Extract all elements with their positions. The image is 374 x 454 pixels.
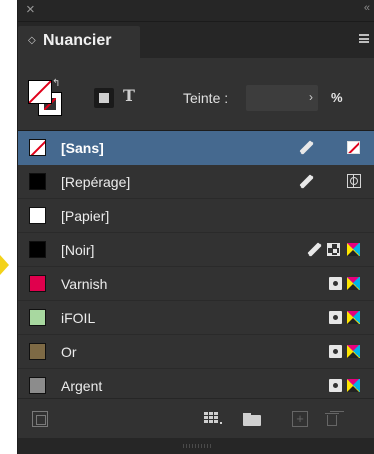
swatch-chip: [29, 275, 46, 292]
new-swatch-icon[interactable]: [204, 411, 222, 427]
tab-chevron-icon: ◇: [28, 35, 36, 46]
panel-footer: +: [18, 398, 374, 439]
cmyk-icon: [347, 243, 360, 256]
add-icon[interactable]: +: [292, 411, 308, 427]
spot-color-icon: [329, 345, 342, 358]
cmyk-icon: [347, 345, 360, 358]
resize-grip[interactable]: [18, 438, 374, 454]
grip-lines: [183, 444, 213, 448]
cmyk-icon: [347, 379, 360, 392]
swatch-name: [Papier]: [61, 208, 110, 224]
spot-color-icon: [329, 379, 342, 392]
fill-stroke-selector[interactable]: ↰: [28, 78, 64, 118]
panel-titlebar: × «: [18, 0, 374, 22]
tint-input[interactable]: [246, 85, 318, 111]
swatch-chip: [29, 139, 46, 156]
swatch-row-varnish[interactable]: Varnish: [18, 267, 374, 301]
spot-color-icon: [329, 277, 342, 290]
swatch-name: Argent: [61, 378, 103, 394]
swatch-row-registration[interactable]: [Repérage]: [18, 165, 374, 199]
none-slash: [29, 81, 51, 103]
swap-fill-stroke-icon[interactable]: ↰: [52, 78, 60, 89]
tab-label: Nuancier: [43, 32, 112, 49]
swatch-chip: [29, 309, 46, 326]
swatch-name: iFOIL: [61, 310, 96, 326]
formatting-text-button[interactable]: T: [123, 86, 135, 105]
swatch-chip: [29, 207, 46, 224]
no-edit-icon: [306, 241, 324, 259]
fill-swatch[interactable]: [28, 80, 52, 104]
swatch-name: [Sans]: [61, 140, 104, 156]
swatch-chip: [29, 377, 46, 394]
swatch-row-none[interactable]: [Sans]: [18, 131, 374, 165]
cmyk-icon: [347, 277, 360, 290]
swatch-name: Varnish: [61, 276, 108, 292]
swatch-row-ifoil[interactable]: iFOIL: [18, 301, 374, 335]
tint-dropdown-arrow[interactable]: ›: [309, 90, 313, 104]
spot-color-icon: [329, 311, 342, 324]
close-icon[interactable]: ×: [26, 1, 35, 19]
formatting-container-button[interactable]: [94, 88, 114, 108]
swatch-chip: [29, 241, 46, 258]
trash-icon[interactable]: [324, 411, 340, 427]
swatch-row-paper[interactable]: [Papier]: [18, 199, 374, 233]
tab-bar: ◇ Nuancier: [18, 22, 374, 58]
cmyk-icon: [347, 311, 360, 324]
swatch-name: [Noir]: [61, 242, 95, 258]
panel-menu-icon[interactable]: [359, 34, 369, 43]
none-swatch-icon: [347, 141, 360, 154]
swatch-list: [Sans] [Repérage] [Papier] [Noir] Varnis…: [18, 130, 374, 399]
tab-swatches[interactable]: ◇ Nuancier: [18, 26, 140, 58]
swatch-row-gold[interactable]: Or: [18, 335, 374, 369]
tint-unit: %: [331, 90, 343, 105]
no-edit-icon: [298, 139, 316, 157]
folder-icon[interactable]: [243, 411, 263, 427]
process-grid-icon: [327, 243, 340, 256]
registration-icon: [347, 174, 361, 188]
swatch-controls: ↰ T Teinte : › %: [18, 58, 374, 130]
external-pointer-arrow: [0, 255, 9, 275]
swatch-row-black[interactable]: [Noir]: [18, 233, 374, 267]
new-color-group-icon[interactable]: [32, 411, 48, 427]
no-edit-icon: [298, 173, 316, 191]
collapse-panel-icon[interactable]: «: [364, 2, 370, 14]
swatch-name: Or: [61, 344, 77, 360]
tint-label: Teinte :: [183, 90, 229, 106]
swatch-chip: [29, 173, 46, 190]
swatches-panel: × « ◇ Nuancier ↰ T Teinte : › % [Sans] […: [17, 0, 374, 454]
swatch-chip: [29, 343, 46, 360]
swatch-name: [Repérage]: [61, 174, 131, 190]
